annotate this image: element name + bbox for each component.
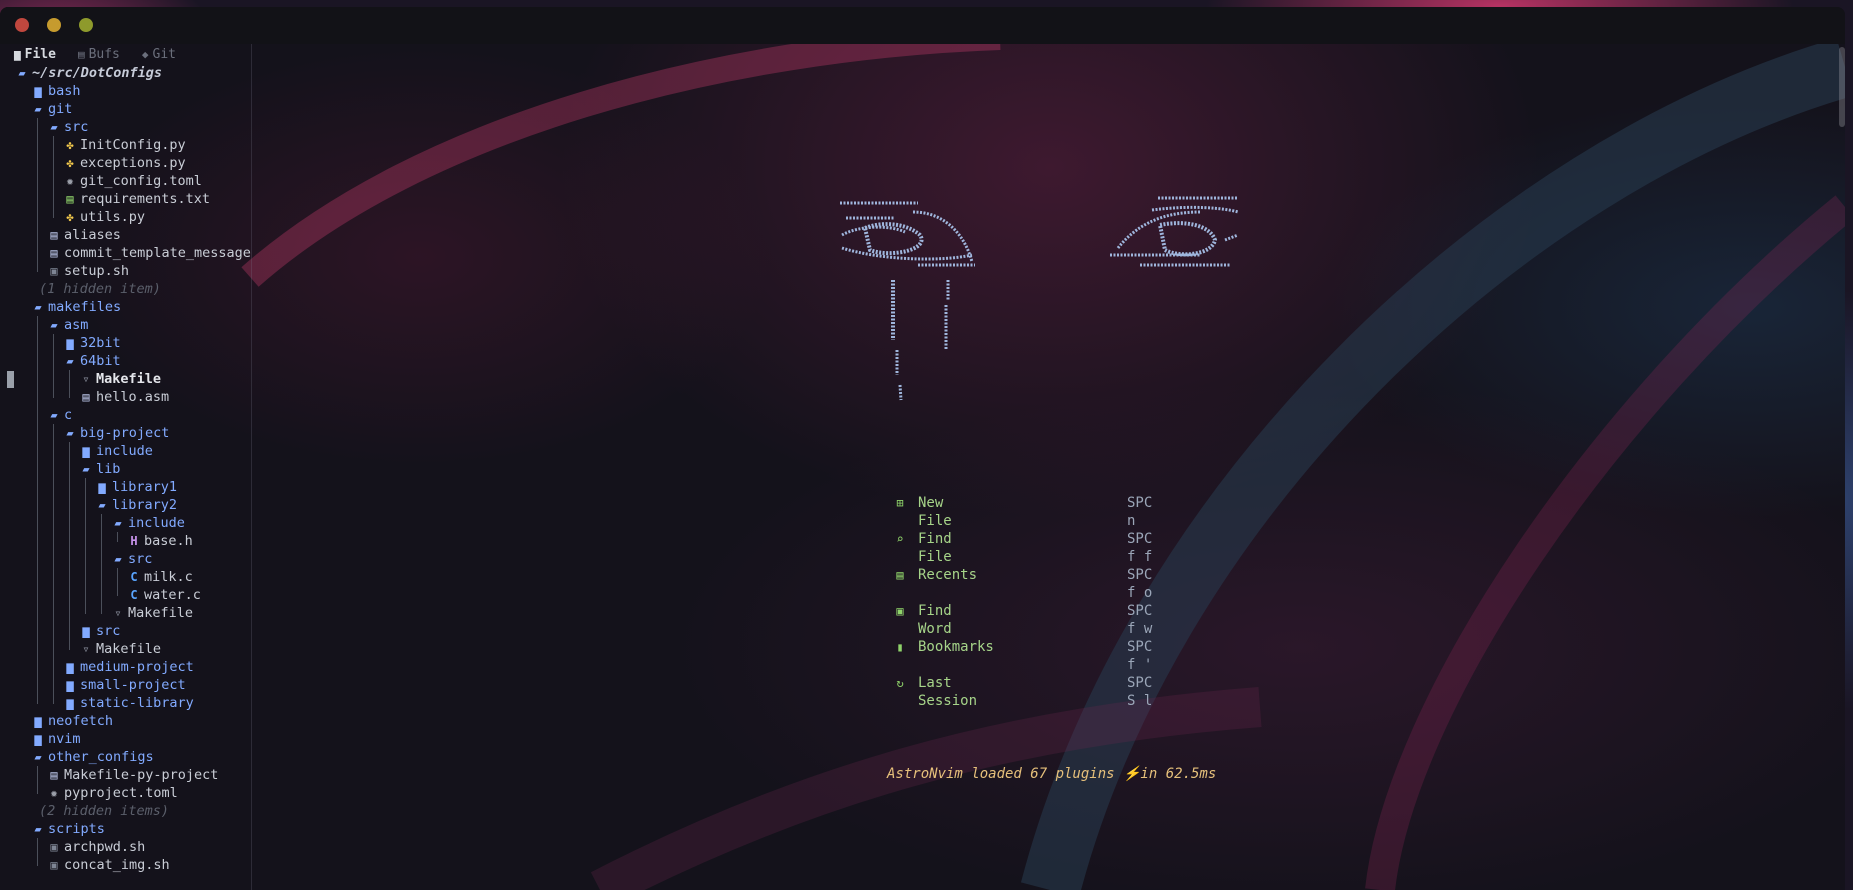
file-icon: ▤: [896, 568, 904, 582]
menu-item-shortcut: SPC S l: [1127, 675, 1153, 709]
bookmark-icon: ▮: [896, 640, 904, 654]
menu-item-find-word[interactable]: ▣ Find Word SPC f w: [893, 602, 1152, 637]
menu-item-recents[interactable]: ▤ Recents SPC f o: [893, 566, 1152, 601]
menu-item-shortcut: SPC f o: [1127, 567, 1153, 601]
menu-item-shortcut: SPC f ': [1127, 639, 1153, 673]
plus-square-icon: ⊞: [896, 496, 904, 510]
menu-item-shortcut: SPC f f: [1127, 531, 1153, 565]
menu-item-label: New File: [918, 495, 952, 529]
menu-item-last-session[interactable]: ↻ Last Session SPC S l: [893, 674, 1152, 709]
art-stroke: [1224, 233, 1239, 242]
art-stroke: [1157, 221, 1218, 257]
menu-item-label: Last Session: [918, 675, 978, 709]
art-stroke: [898, 384, 903, 401]
menu-item-new-file[interactable]: ⊞ New File SPC n: [893, 494, 1152, 529]
art-stroke: [841, 225, 906, 237]
word-icon: ▣: [896, 604, 904, 618]
menu-item-shortcut: SPC f w: [1127, 603, 1153, 637]
refresh-icon: ↻: [896, 676, 904, 690]
eyes-ascii-art: [840, 196, 1239, 401]
menu-item-label: Recents: [918, 567, 978, 583]
dashboard: ⊞ New File SPC n ⌕ Find File SPC f f ▤ Recents S…: [0, 0, 1853, 890]
menu-item-label: Find Word: [918, 603, 952, 637]
menu-item-bookmarks[interactable]: ▮ Bookmarks SPC f ': [893, 638, 1152, 673]
search-icon: ⌕: [896, 532, 904, 546]
menu-item-find-file[interactable]: ⌕ Find File SPC f f: [893, 530, 1152, 565]
dashboard-footer: AstroNvim loaded 67 plugins ⚡in 62.5ms: [887, 766, 1217, 782]
menu-item-label: Find File: [918, 531, 952, 565]
menu-item-shortcut: SPC n: [1127, 495, 1153, 529]
menu-item-label: Bookmarks: [918, 639, 994, 655]
